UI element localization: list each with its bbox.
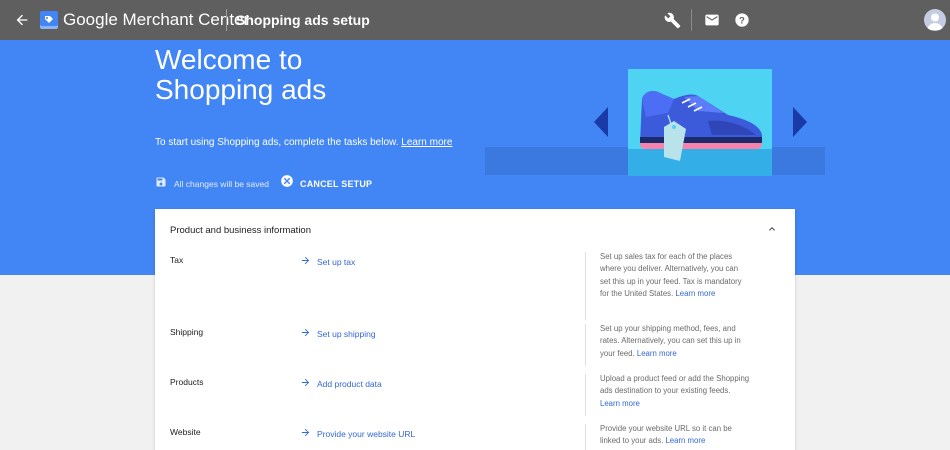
task-description-tax: Set up sales tax for each of the places … [600, 251, 750, 301]
task-shipping-learn-more-link[interactable]: Learn more [637, 349, 677, 358]
arrow-forward-icon [300, 253, 311, 271]
chevron-up-icon[interactable] [765, 222, 779, 236]
task-description-tax-text: Set up sales tax for each of the places … [600, 252, 742, 299]
svg-text:?: ? [739, 15, 745, 25]
cancel-circle-icon [280, 174, 294, 193]
task-description-products-text: Upload a product feed or add the Shoppin… [600, 374, 750, 396]
sneaker-with-price-tag-illustration [628, 69, 772, 176]
brand-name: Google Merchant Center [63, 10, 250, 29]
save-icon [155, 175, 167, 193]
set-up-shipping-label: Set up shipping [317, 329, 376, 339]
add-product-data-link[interactable]: Add product data [300, 375, 382, 393]
page-title: Shopping ads setup [236, 12, 370, 28]
merchant-center-logo-icon [40, 11, 58, 29]
description-divider [585, 324, 586, 366]
description-divider [585, 424, 586, 450]
cancel-setup-button[interactable]: CANCEL SETUP [280, 174, 372, 193]
sneaker-icon [640, 91, 762, 161]
triangle-left-icon[interactable] [594, 107, 608, 137]
arrow-forward-icon [300, 425, 311, 443]
task-description-shipping: Set up your shipping method, fees, and r… [600, 323, 750, 360]
task-label-website: Website [170, 427, 201, 437]
triangle-right-icon[interactable] [793, 107, 807, 137]
provide-website-url-label: Provide your website URL [317, 429, 416, 439]
provide-website-url-link[interactable]: Provide your website URL [300, 425, 415, 443]
account-avatar-icon[interactable] [924, 9, 946, 31]
hero-intro: To start using Shopping ads, complete th… [155, 137, 452, 148]
wrench-icon[interactable] [662, 10, 682, 30]
top-app-bar: Google Merchant Center Shopping ads setu… [0, 0, 950, 40]
toolbar-divider [691, 9, 692, 31]
set-up-tax-label: Set up tax [317, 257, 356, 267]
cancel-setup-label: CANCEL SETUP [300, 178, 373, 189]
task-tax-learn-more-link[interactable]: Learn more [675, 289, 715, 298]
set-up-shipping-link[interactable]: Set up shipping [300, 325, 376, 343]
title-divider [226, 9, 227, 31]
arrow-forward-icon [300, 375, 311, 393]
description-divider [585, 374, 586, 416]
mail-icon[interactable] [702, 10, 722, 30]
product-business-info-card: Product and business information Tax Set… [155, 209, 795, 450]
arrow-back-icon[interactable] [10, 8, 34, 32]
description-divider [585, 252, 586, 320]
task-website-learn-more-link[interactable]: Learn more [665, 436, 705, 445]
task-description-website: Provide your website URL so it can be li… [600, 423, 750, 448]
task-label-shipping: Shipping [170, 327, 204, 337]
task-label-tax: Tax [170, 255, 184, 265]
card-title: Product and business information [170, 225, 311, 236]
add-product-data-label: Add product data [317, 379, 382, 389]
help-icon[interactable]: ? [732, 10, 752, 30]
autosave-text: All changes will be saved [174, 179, 269, 189]
task-products-learn-more-link[interactable]: Learn more [600, 399, 640, 408]
task-description-products: Upload a product feed or add the Shoppin… [600, 373, 750, 410]
arrow-forward-icon [300, 325, 311, 343]
task-label-products: Products [170, 377, 204, 387]
hero-learn-more-link[interactable]: Learn more [401, 137, 452, 148]
hero-title: Welcome to Shopping ads [155, 44, 327, 105]
hero-intro-text: To start using Shopping ads, complete th… [155, 137, 399, 148]
autosave-status: All changes will be saved [155, 175, 269, 193]
set-up-tax-link[interactable]: Set up tax [300, 253, 355, 271]
